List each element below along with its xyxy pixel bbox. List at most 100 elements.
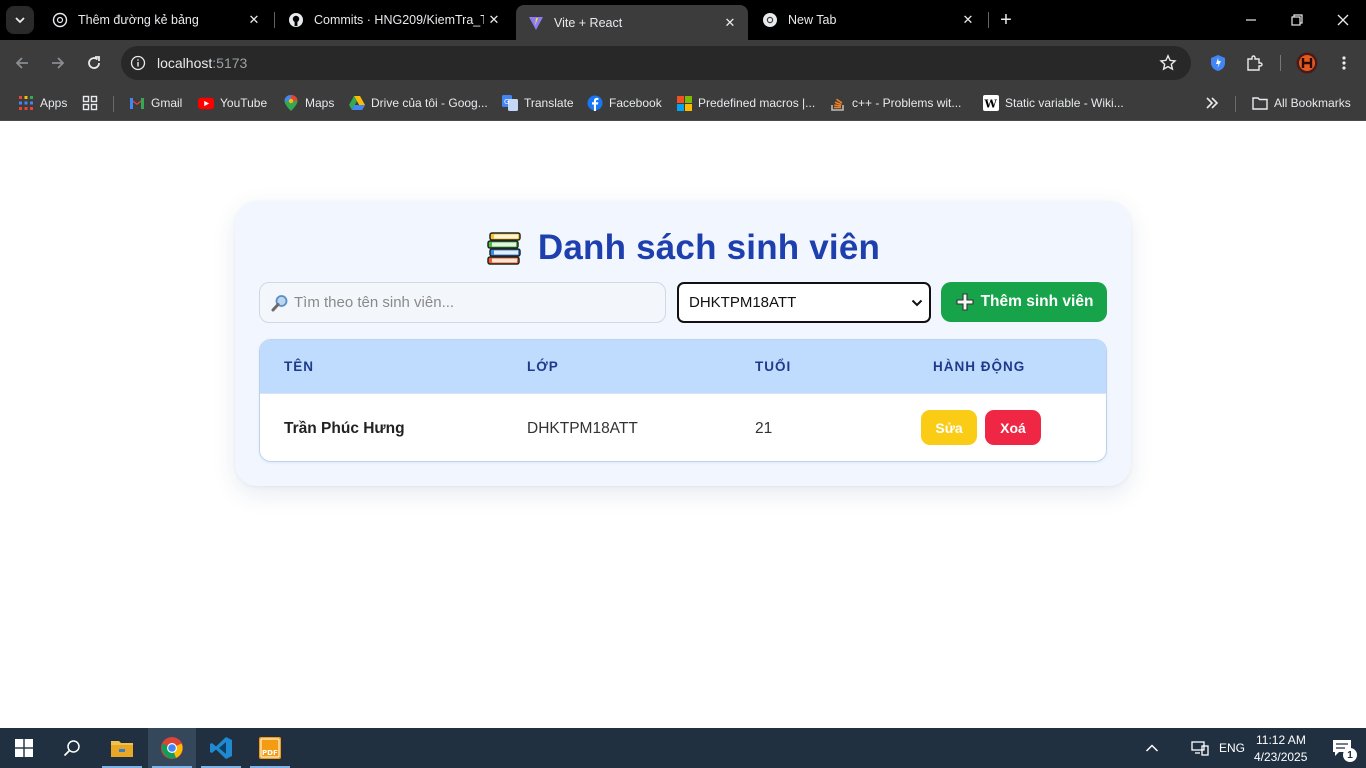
browser-menu-button[interactable] [1330,49,1358,77]
bookmark-maps[interactable]: Maps [283,92,334,114]
apps-grid-icon [18,95,34,111]
restore-button[interactable] [1274,0,1320,40]
taskbar-chrome[interactable] [148,728,196,768]
svg-text:W: W [984,98,998,111]
reload-icon [88,56,100,69]
folder-icon [111,741,133,757]
search-input[interactable] [294,294,634,311]
site-info-icon[interactable] [129,54,147,72]
notifications-button[interactable]: 1 [1318,728,1366,768]
address-bar[interactable]: localhost:5173 [121,46,1191,80]
student-table: TÊN LỚP TUỔI HÀNH ĐỘNG Trần Phúc Hưng DH… [259,339,1107,462]
class-filter-value: DHKTPM18ATT [689,294,797,311]
puzzle-icon [1247,55,1263,71]
bookmark-stackoverflow[interactable]: c++ - Problems wit... [830,92,961,114]
bookmark-label: Drive của tôi - Goog... [371,96,488,110]
tab-title: Commits · HNG209/KiemTra_Tra [314,13,484,27]
bookmark-label: Maps [305,96,335,110]
bookmark-gmail[interactable]: Gmail [129,92,182,114]
tab-groups-button[interactable] [82,92,104,114]
start-button[interactable] [0,728,48,768]
bookmark-wikipedia[interactable]: W Static variable - Wiki... [983,92,1124,114]
student-list-card: Danh sách sinh viên DHKTPM18ATT Thêm sin… [235,201,1131,486]
new-tab-button[interactable]: + [995,9,1017,31]
bookmark-apps[interactable]: Apps [18,92,67,114]
back-button[interactable] [8,49,36,77]
close-tab-icon[interactable]: ✕ [958,10,978,30]
tab-search-button[interactable] [6,6,34,34]
drive-icon [349,95,365,111]
show-hidden-icons-button[interactable] [1130,728,1174,768]
books-icon [487,232,521,265]
stackoverflow-icon [830,95,846,111]
bookmark-star-icon[interactable] [1159,54,1177,77]
extensions-button[interactable] [1240,49,1268,77]
tab-chatgpt[interactable]: Thêm đường kẻ bảng ✕ [40,0,272,40]
grid-icon [82,95,98,111]
folder-icon [1252,95,1268,111]
network-button[interactable] [1180,728,1220,768]
close-tab-icon[interactable]: ✕ [720,13,740,33]
chevron-down-icon [15,17,25,24]
svg-text:PDF: PDF [262,749,278,757]
clock-date[interactable]: 4/23/2025 [1254,750,1307,764]
add-student-button[interactable]: Thêm sinh viên [941,282,1107,322]
all-bookmarks-label: All Bookmarks [1274,96,1351,110]
taskbar-vscode[interactable] [197,728,245,768]
close-window-button[interactable] [1320,0,1366,40]
vscode-icon [210,737,232,759]
edit-label: Sửa [935,419,963,436]
class-filter-select[interactable]: DHKTPM18ATT [677,282,931,323]
tab-new-tab[interactable]: New Tab ✕ [750,0,986,40]
tab-github-commits[interactable]: Commits · HNG209/KiemTra_Tra ✕ [276,0,512,40]
column-header-age: TUỔI [755,359,792,374]
taskbar-pdf-app[interactable]: PDF [246,728,294,768]
minimize-button[interactable] [1228,0,1274,40]
forward-button[interactable] [44,49,72,77]
input-language[interactable]: ENG [1219,741,1245,755]
browser-toolbar: localhost:5173 [0,40,1366,86]
plus-icon [955,292,975,312]
close-tab-icon[interactable]: ✕ [484,10,504,30]
bookmark-translate[interactable]: G Translate [502,92,574,114]
extension-shield-button[interactable] [1204,49,1232,77]
tab-vite-react[interactable]: Vite + React ✕ [516,5,748,40]
maps-icon [283,95,299,111]
all-bookmarks-button[interactable]: All Bookmarks [1252,92,1351,114]
bookmark-drive[interactable]: Drive của tôi - Goog... [349,92,488,114]
reload-button[interactable] [80,49,108,77]
add-student-label: Thêm sinh viên [980,293,1094,310]
chatgpt-icon [52,12,68,28]
notification-count-badge: 1 [1343,748,1357,762]
network-icon [1191,741,1209,756]
column-header-class: LỚP [527,359,559,374]
taskbar-search-button[interactable] [48,728,96,768]
clock-time[interactable]: 11:12 AM [1256,733,1306,747]
double-chevron-right-icon [1204,95,1220,111]
profile-avatar-button[interactable] [1293,49,1321,77]
youtube-icon [198,95,214,111]
bookmark-facebook[interactable]: Facebook [587,92,662,114]
search-box[interactable] [259,282,666,323]
bookmark-label: c++ - Problems wit... [852,96,962,110]
edit-button[interactable]: Sửa [921,410,977,445]
github-icon [288,12,304,28]
pdf-icon: PDF [259,737,281,759]
bookmark-predefined-macros[interactable]: Predefined macros |... [676,92,815,114]
tab-divider [274,12,275,28]
gmail-icon [129,95,145,111]
bookmark-divider [1235,96,1236,112]
toolbar-divider [1280,55,1281,71]
bookmarks-overflow-button[interactable] [1204,92,1226,114]
taskbar-file-explorer[interactable] [98,728,146,768]
restore-icon [1291,14,1303,26]
bookmark-label: Translate [524,96,574,110]
page-viewport: Danh sách sinh viên DHKTPM18ATT Thêm sin… [0,121,1366,728]
delete-button[interactable]: Xoá [985,410,1041,445]
kebab-menu-icon [1342,56,1346,70]
bookmark-label: Gmail [151,96,183,110]
close-tab-icon[interactable]: ✕ [244,10,264,30]
bookmark-youtube[interactable]: YouTube [198,92,267,114]
chrome-icon [762,12,778,28]
tab-title: Vite + React [554,15,623,30]
